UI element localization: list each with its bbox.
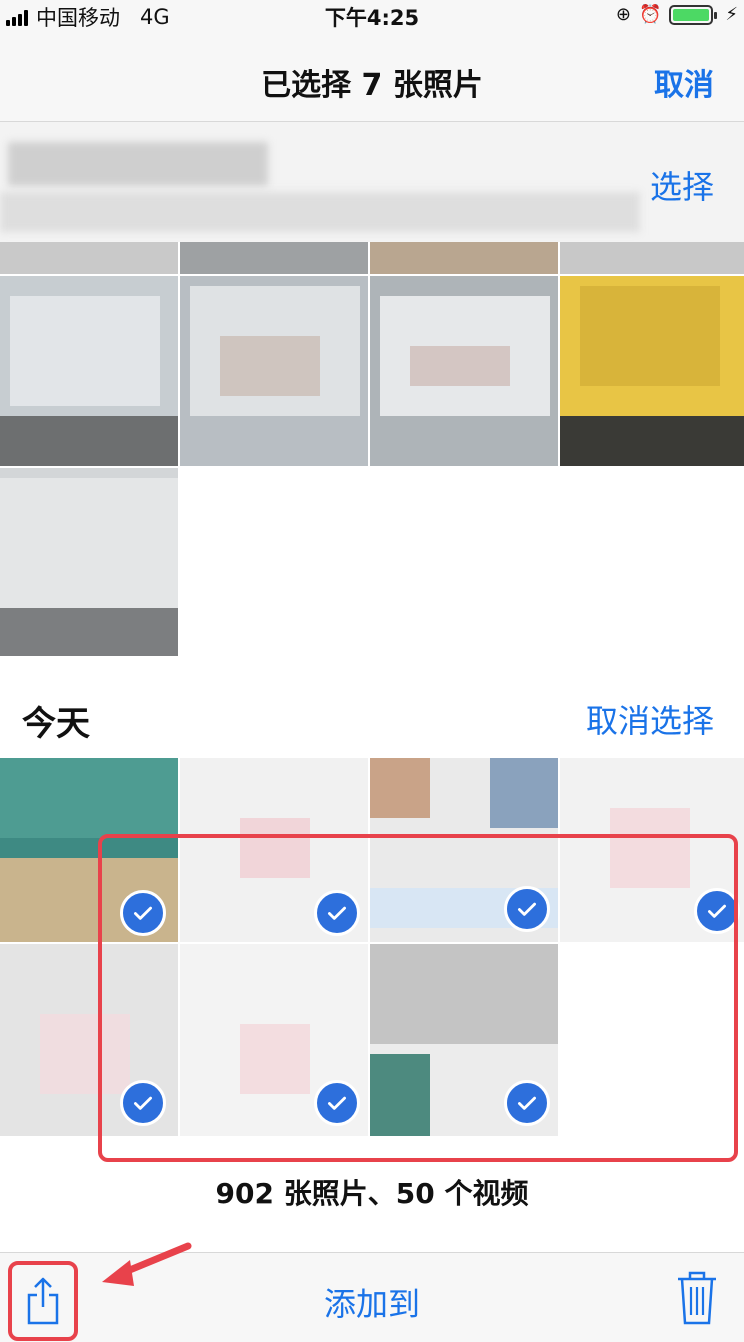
checkmark-icon[interactable] — [314, 890, 360, 936]
photo-thumbnail[interactable] — [180, 276, 368, 466]
checkmark-icon[interactable] — [694, 888, 740, 934]
photo-thumbnail[interactable] — [0, 276, 178, 466]
photo-thumbnail[interactable] — [0, 242, 178, 274]
checkmark-icon[interactable] — [314, 1080, 360, 1126]
status-bar: 中国移动 4G 下午4:25 ⊕ ⏰ ⚡ — [0, 0, 744, 30]
trash-button[interactable] — [674, 1267, 720, 1327]
trash-icon — [678, 1271, 716, 1325]
select-button[interactable]: 选择 — [650, 162, 714, 208]
battery-icon — [669, 4, 718, 25]
cancel-button[interactable]: 取消 — [654, 60, 714, 104]
checkmark-icon[interactable] — [504, 886, 550, 932]
library-summary: 902 张照片、50 个视频 — [215, 1177, 529, 1210]
checkmark-icon[interactable] — [120, 890, 166, 936]
checkmark-icon[interactable] — [504, 1080, 550, 1126]
status-right: ⊕ ⏰ ⚡ — [616, 4, 738, 25]
photo-thumbnail[interactable] — [180, 242, 368, 274]
photo-thumbnail[interactable] — [370, 242, 558, 274]
bottom-toolbar: 添加到 — [0, 1252, 744, 1342]
add-to-button[interactable]: 添加到 — [0, 1279, 744, 1325]
photo-thumbnail[interactable] — [560, 242, 744, 274]
photo-thumbnail[interactable] — [370, 276, 558, 466]
section-header-blurred — [0, 122, 744, 242]
nav-bar: 已选择 7 张照片 取消 — [0, 30, 744, 122]
charging-icon: ⚡ — [725, 4, 738, 25]
page-title: 已选择 7 张照片 — [261, 68, 483, 103]
section-title-today: 今天 — [22, 704, 90, 744]
checkmark-icon[interactable] — [120, 1080, 166, 1126]
deselect-button[interactable]: 取消选择 — [586, 696, 714, 742]
alarm-icon: ⏰ — [638, 4, 662, 25]
photo-thumbnail[interactable] — [560, 276, 744, 466]
photo-thumbnail[interactable] — [0, 468, 178, 656]
rotation-lock-icon: ⊕ — [615, 4, 631, 25]
